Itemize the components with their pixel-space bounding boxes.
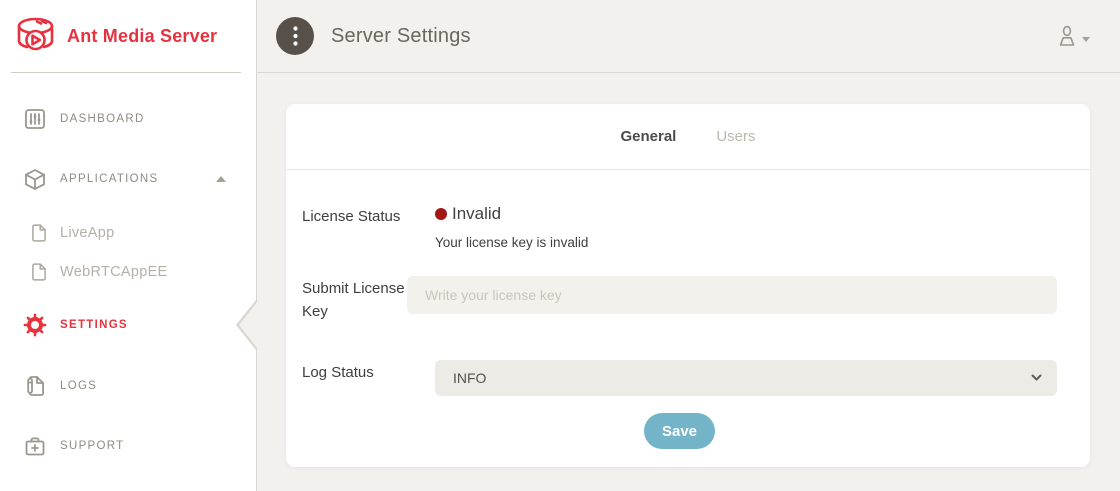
sidebar-item-label: LiveApp (60, 225, 115, 241)
save-button[interactable]: Save (644, 413, 715, 449)
main-content: Server Settings General Users (257, 0, 1120, 491)
collapse-caret-icon (216, 176, 226, 182)
sidebar-item-settings[interactable]: SETTINGS (0, 305, 256, 345)
license-status-value: Invalid (452, 204, 501, 224)
status-dot-icon (435, 208, 447, 220)
sidebar-item-label: LOGS (60, 380, 97, 392)
license-key-input[interactable] (407, 276, 1057, 314)
page-title: Server Settings (331, 25, 471, 48)
sidebar-item-label: WebRTCAppEE (60, 264, 168, 280)
log-status-select[interactable]: INFO (435, 360, 1057, 396)
server-settings-card: General Users License Status Invalid You… (286, 104, 1090, 467)
sidebar-item-label: SETTINGS (60, 319, 128, 331)
general-settings-form: License Status Invalid Your license key … (286, 170, 1090, 449)
sidebar-item-liveapp[interactable]: LiveApp (0, 213, 256, 253)
app-window: Ant Media Server DASHBOARD (0, 0, 1120, 491)
dashboard-icon (23, 107, 47, 131)
tab-general[interactable]: General (620, 128, 676, 145)
gear-icon (23, 313, 47, 337)
sidebar-item-webrtcappee[interactable]: WebRTCAppEE (0, 252, 256, 292)
user-icon (1056, 24, 1078, 48)
tab-bar: General Users (286, 104, 1090, 170)
user-menu-button[interactable] (1056, 24, 1090, 48)
chevron-down-icon (1082, 37, 1090, 42)
brand-name: Ant Media Server (67, 26, 217, 47)
license-status-label: License Status (302, 204, 435, 229)
applications-icon (23, 167, 47, 191)
license-key-row: Submit License Key (302, 276, 1057, 323)
logs-icon (23, 374, 47, 398)
menu-kebab-button[interactable] (276, 17, 314, 55)
license-status-row: License Status Invalid Your license key … (302, 204, 1057, 250)
file-icon (27, 221, 51, 245)
sidebar-item-label: DASHBOARD (60, 113, 145, 125)
sidebar-item-applications[interactable]: APPLICATIONS (0, 159, 256, 199)
tab-users[interactable]: Users (716, 128, 755, 145)
top-bar: Server Settings (257, 0, 1120, 73)
divider (11, 72, 241, 73)
log-status-label: Log Status (302, 360, 435, 385)
brand[interactable]: Ant Media Server (0, 0, 256, 72)
sidebar: Ant Media Server DASHBOARD (0, 0, 257, 491)
sidebar-item-label: SUPPORT (60, 440, 124, 452)
file-icon (27, 260, 51, 284)
ant-media-logo-icon (13, 15, 58, 57)
active-item-notch (239, 302, 257, 348)
sidebar-item-label: APPLICATIONS (60, 173, 158, 185)
license-status-message: Your license key is invalid (435, 235, 1057, 250)
sidebar-item-logs[interactable]: LOGS (0, 366, 256, 406)
log-status-row: Log Status INFO (302, 360, 1057, 396)
sidebar-item-support[interactable]: SUPPORT (0, 426, 256, 466)
kebab-dots-icon (293, 26, 298, 46)
license-key-label: Submit License Key (302, 276, 407, 323)
sidebar-item-dashboard[interactable]: DASHBOARD (0, 99, 256, 139)
support-icon (23, 434, 47, 458)
